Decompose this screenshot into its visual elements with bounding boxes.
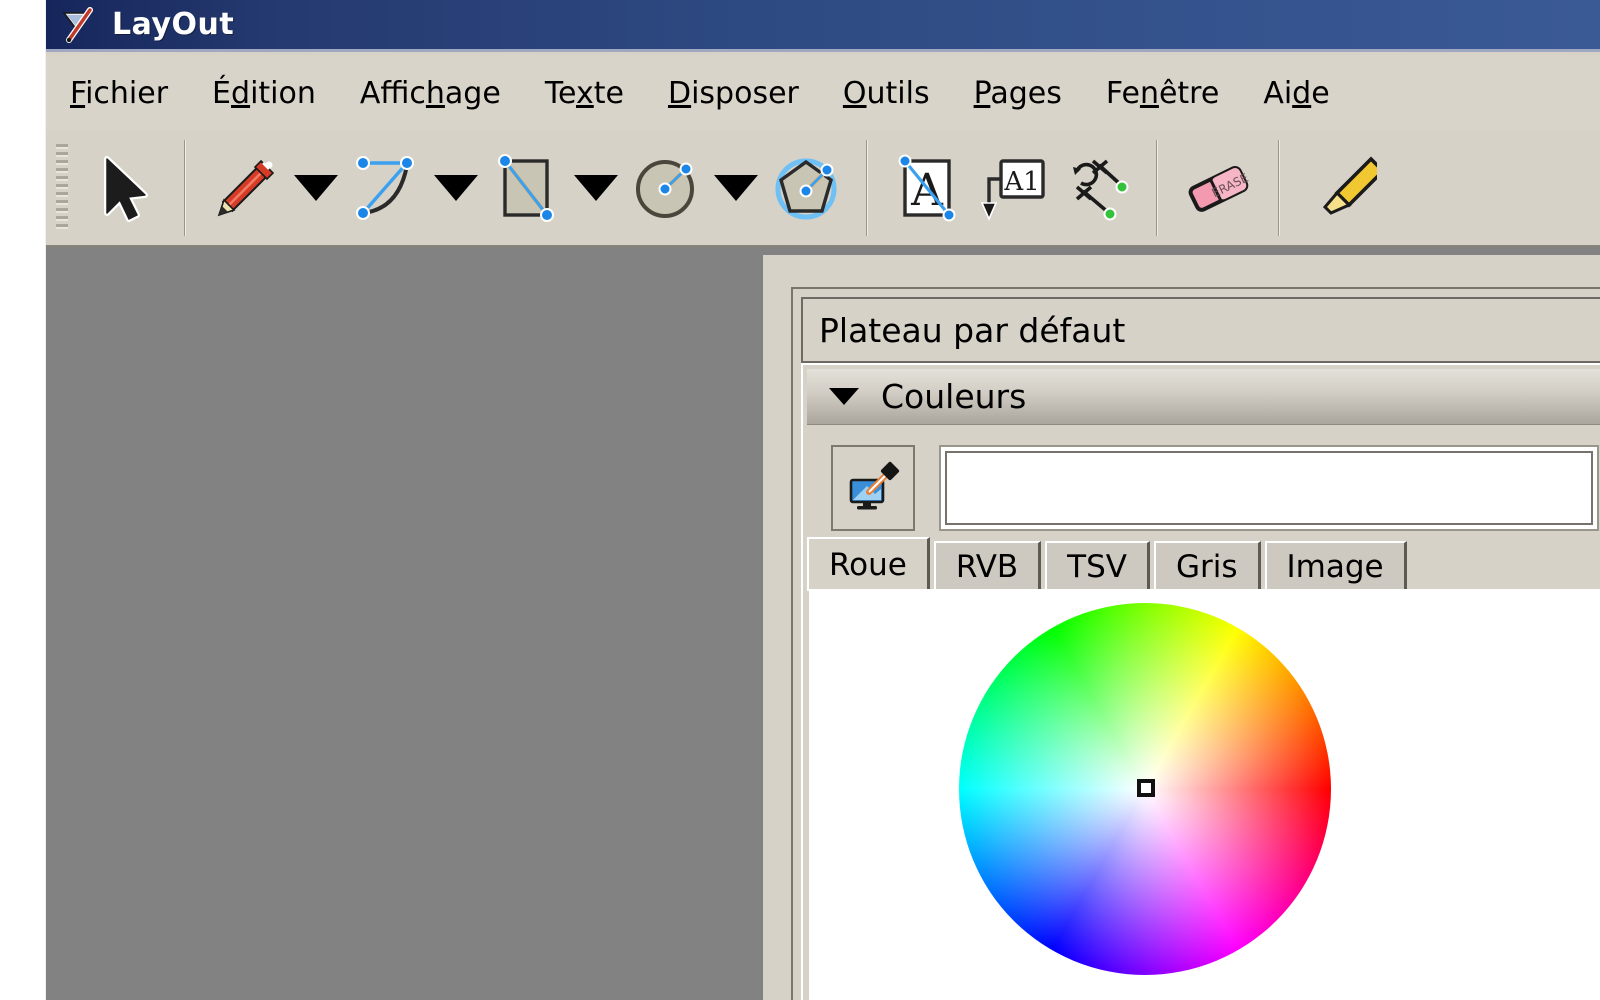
toolbar-separator <box>866 140 868 236</box>
rectangle-tool-dropdown[interactable] <box>568 140 624 236</box>
polygon-icon <box>769 151 843 225</box>
label-tool[interactable]: A1 <box>970 140 1054 236</box>
inspector-tray-window: Plateau par défaut Couleurs Roue RVB TSV… <box>763 255 1600 1000</box>
toolbar-grip-icon[interactable] <box>56 144 68 232</box>
chevron-down-icon <box>714 175 758 201</box>
line-tool-dropdown[interactable] <box>288 140 344 236</box>
colors-panel: Couleurs Roue RVB TSV Gris Image <box>801 363 1600 1000</box>
wheel-cursor-icon[interactable] <box>1137 779 1155 797</box>
layout-logo-icon <box>60 6 98 44</box>
arrow-cursor-icon <box>87 151 161 225</box>
menu-item-fenetre[interactable]: Fenêtre <box>1106 74 1241 113</box>
tray-title-label: Plateau par défaut <box>819 310 1126 350</box>
chevron-down-icon <box>434 175 478 201</box>
tray-title[interactable]: Plateau par défaut <box>801 297 1600 363</box>
circle-icon <box>629 151 703 225</box>
eyedropper-monitor-icon <box>845 458 901 519</box>
layout-application-window: LayOut Fichier Édition Affichage Texte D… <box>45 0 1600 1000</box>
menubar: Fichier Édition Affichage Texte Disposer… <box>46 55 1600 131</box>
eraser-tool[interactable]: ERASE <box>1176 140 1260 236</box>
screen: LayOut Fichier Édition Affichage Texte D… <box>0 0 1600 1000</box>
arc-tool[interactable] <box>344 140 428 236</box>
menu-item-texte[interactable]: Texte <box>545 74 646 113</box>
document-canvas[interactable]: Plateau par défaut Couleurs Roue RVB TSV… <box>46 247 1600 1000</box>
current-color-swatch-fill <box>945 451 1593 525</box>
toolbar-separator <box>1278 140 1280 236</box>
chevron-down-icon <box>294 175 338 201</box>
color-picker-row <box>807 429 1600 537</box>
pencil-icon <box>209 151 283 225</box>
dimension-tool[interactable] <box>1054 140 1138 236</box>
current-color-swatch[interactable] <box>939 445 1599 531</box>
arc-curve-icon <box>349 151 423 225</box>
eraser-icon: ERASE <box>1181 151 1255 225</box>
select-tool[interactable] <box>82 140 166 236</box>
colors-section-header[interactable]: Couleurs <box>807 369 1600 425</box>
text-box-a-icon: A <box>891 151 965 225</box>
main-toolbar: A A1 <box>46 131 1600 247</box>
menu-item-pages[interactable]: Pages <box>974 74 1084 113</box>
eyedropper-button[interactable] <box>831 445 915 531</box>
tab-rvb[interactable]: RVB <box>933 541 1042 591</box>
highlighter-icon <box>1303 151 1377 225</box>
titlebar-content: LayOut <box>60 6 234 44</box>
rectangle-tool[interactable] <box>484 140 568 236</box>
chevron-down-icon <box>574 175 618 201</box>
menu-item-disposer[interactable]: Disposer <box>668 74 821 113</box>
inspector-tray-body: Plateau par défaut Couleurs Roue RVB TSV… <box>791 287 1600 1000</box>
circle-tool[interactable] <box>624 140 708 236</box>
colors-section-label: Couleurs <box>881 377 1027 416</box>
text-tool[interactable]: A <box>886 140 970 236</box>
tab-image[interactable]: Image <box>1264 541 1407 591</box>
highlighter-tool[interactable] <box>1298 140 1382 236</box>
label-a1-icon: A1 <box>975 151 1049 225</box>
tab-roue[interactable]: Roue <box>807 537 930 591</box>
menu-item-edition[interactable]: Édition <box>212 74 338 113</box>
menu-item-affichage[interactable]: Affichage <box>360 74 523 113</box>
color-wheel-pane <box>809 589 1600 1000</box>
dimension-icon <box>1059 151 1133 225</box>
window-title: LayOut <box>112 7 235 42</box>
toolbar-separator <box>1156 140 1158 236</box>
rectangle-icon <box>489 151 563 225</box>
window-titlebar[interactable]: LayOut <box>46 0 1600 52</box>
arc-tool-dropdown[interactable] <box>428 140 484 236</box>
tab-gris[interactable]: Gris <box>1154 541 1261 591</box>
toolbar-separator <box>184 140 186 236</box>
circle-tool-dropdown[interactable] <box>708 140 764 236</box>
triangle-down-icon[interactable] <box>829 388 859 405</box>
menu-item-outils[interactable]: Outils <box>843 74 952 113</box>
menu-item-aide[interactable]: Aide <box>1263 74 1351 113</box>
menu-item-fichier[interactable]: Fichier <box>70 74 190 113</box>
tab-tsv[interactable]: TSV <box>1045 541 1150 591</box>
polygon-tool[interactable] <box>764 140 848 236</box>
color-mode-tabs: Roue RVB TSV Gris Image <box>807 537 1600 591</box>
line-tool[interactable] <box>204 140 288 236</box>
svg-text:A1: A1 <box>1003 167 1039 197</box>
